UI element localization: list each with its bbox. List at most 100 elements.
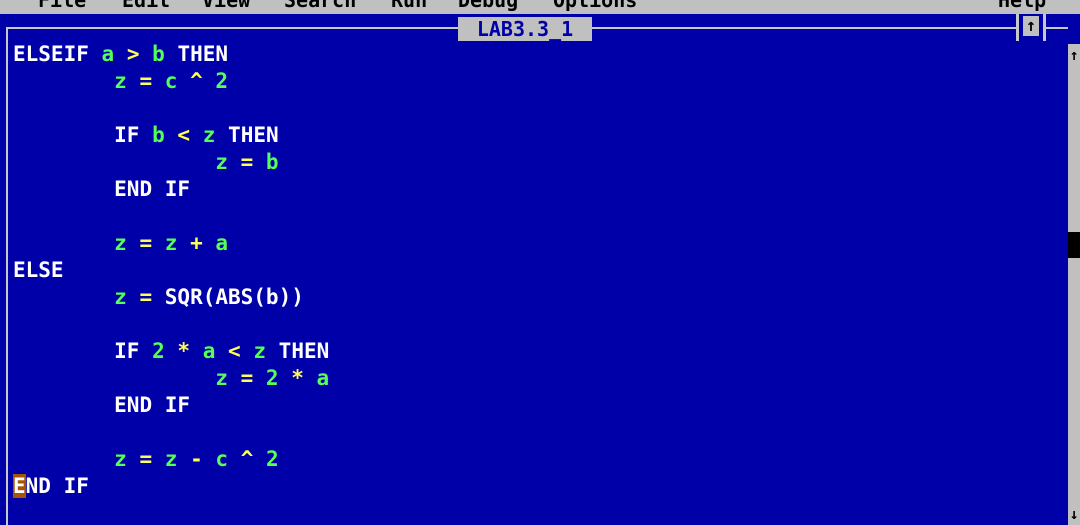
code-token: z [114,231,127,255]
code-token: z [164,231,178,255]
code-token: < [228,339,241,363]
code-token: 2 [266,447,279,471]
code-token: SQR(ABS(b)) [164,285,304,309]
code-token: = [139,69,153,93]
code-line[interactable] [13,95,1063,122]
code-line[interactable] [13,203,1063,230]
code-token: * [291,366,304,390]
scrollbar-thumb[interactable] [1068,232,1080,258]
code-line[interactable] [13,419,1063,446]
code-token: c [215,447,229,471]
code-token: a [101,42,115,66]
menu-options[interactable]: Options [553,0,637,10]
code-line[interactable]: END IF [13,392,1063,419]
code-line[interactable]: END IF [13,473,1063,500]
code-token: = [139,285,153,309]
code-token: + [190,231,203,255]
code-token: END IF [114,393,191,417]
code-token: < [177,123,191,147]
code-line[interactable]: z = c ^ 2 [13,68,1063,95]
code-token: > [126,42,140,66]
scroll-up-arrow-icon[interactable]: ↑ [1068,44,1080,66]
menu-view[interactable]: View [202,0,250,10]
code-token: b [152,123,165,147]
code-line[interactable]: z = z - c ^ 2 [13,446,1063,473]
menu-help[interactable]: Help [998,0,1046,10]
code-line[interactable]: z = z + a [13,230,1063,257]
menu-file[interactable]: File [38,0,86,10]
menu-run[interactable]: Run [391,0,427,10]
code-token: z [114,447,127,471]
code-token: THEN [228,123,279,147]
editor-window[interactable]: LAB3.3_1 ↑ ↑ ↓ ELSEIF a > b THEN z = c ^… [0,14,1080,525]
code-token: 2 [265,366,279,390]
code-token: z [215,366,228,390]
code-line[interactable] [13,311,1063,338]
code-line[interactable]: z = 2 * a [13,365,1063,392]
code-line[interactable]: IF b < z THEN [13,122,1063,149]
code-line[interactable]: IF 2 * a < z THEN [13,338,1063,365]
code-token: END IF [114,177,191,201]
code-token: = [240,366,254,390]
code-token: z [253,339,267,363]
code-line[interactable]: z = b [13,149,1063,176]
code-token: a [202,339,216,363]
code-line[interactable]: ELSE [13,257,1063,284]
scroll-down-arrow-icon[interactable]: ↓ [1068,503,1080,525]
menu-search[interactable]: Search [284,0,356,10]
window-frame-left [6,27,8,525]
window-title: LAB3.3_1 [458,17,592,41]
code-line[interactable]: END IF [13,176,1063,203]
code-token: ^ [240,447,254,471]
code-token: = [240,150,254,174]
maximize-button[interactable]: ↑ [1016,14,1046,41]
code-editor[interactable]: ELSEIF a > b THEN z = c ^ 2 IF b < z THE… [13,41,1063,500]
code-token: * [177,339,191,363]
text-cursor: E [13,474,26,498]
code-token: z [215,150,228,174]
code-line[interactable]: z = SQR(ABS(b)) [13,284,1063,311]
code-token: a [316,366,330,390]
menu-debug[interactable]: Debug [458,0,518,10]
code-token: ^ [190,69,203,93]
vertical-scrollbar[interactable]: ↑ ↓ [1068,44,1080,525]
code-token: b [152,42,165,66]
code-token: 2 [152,339,165,363]
code-line[interactable]: ELSEIF a > b THEN [13,41,1063,68]
menu-edit[interactable]: Edit [122,0,170,10]
code-token: z [114,285,127,309]
code-token: THEN [177,42,229,66]
code-token: c [164,69,178,93]
